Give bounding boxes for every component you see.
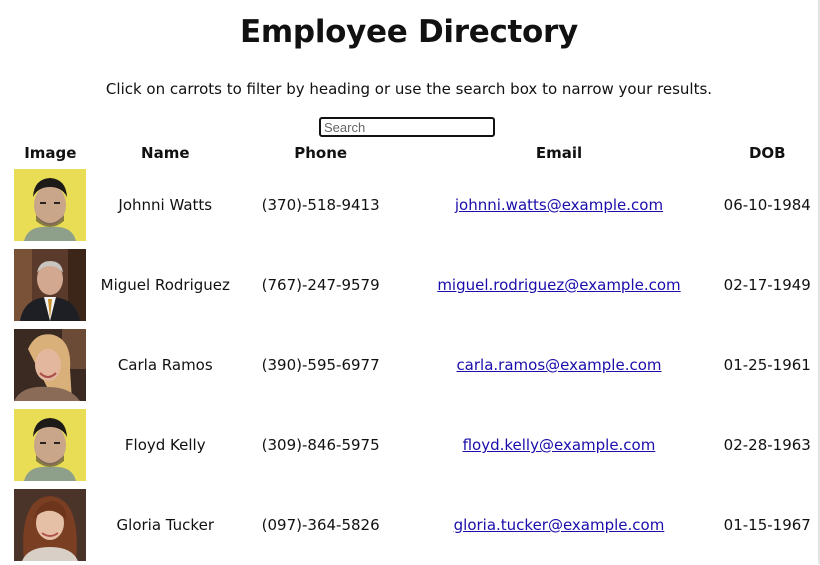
employee-photo — [14, 329, 87, 401]
column-header-dob[interactable]: DOB — [720, 141, 815, 165]
employee-photo — [14, 249, 87, 321]
employee-photo — [14, 489, 87, 561]
employee-photo — [14, 169, 87, 241]
photo-cell — [13, 165, 88, 245]
table-row: Carla Ramos (390)-595-6977 carla.ramos@e… — [13, 325, 815, 405]
employee-email-cell: johnni.watts@example.com — [403, 165, 714, 245]
employee-dob: 01-15-1967 — [723, 516, 811, 534]
employee-table: Image Name Phone Email DOB Johnni Watts … — [8, 141, 820, 565]
employee-name: Miguel Rodriguez — [100, 276, 230, 294]
instructions-text: Click on carrots to filter by heading or… — [105, 80, 713, 98]
employee-email-link[interactable]: carla.ramos@example.com — [456, 356, 661, 374]
table-header-row: Image Name Phone Email DOB — [13, 141, 815, 165]
photo-cell — [13, 245, 88, 325]
employee-phone: (390)-595-6977 — [261, 356, 380, 374]
search-input[interactable] — [319, 117, 495, 137]
table-row: Johnni Watts (370)-518-9413 johnni.watts… — [13, 165, 815, 245]
table-row: Miguel Rodriguez (767)-247-9579 miguel.r… — [13, 245, 815, 325]
employee-email-cell: carla.ramos@example.com — [403, 325, 714, 405]
column-header-phone[interactable]: Phone — [243, 141, 399, 165]
employee-email-link[interactable]: gloria.tucker@example.com — [454, 516, 665, 534]
photo-cell — [13, 325, 88, 405]
employee-email-link[interactable]: floyd.kelly@example.com — [463, 436, 656, 454]
photo-cell — [13, 485, 88, 565]
employee-email-cell: floyd.kelly@example.com — [403, 405, 714, 485]
column-header-image[interactable]: Image — [13, 141, 88, 165]
column-header-email[interactable]: Email — [403, 141, 714, 165]
employee-name: Gloria Tucker — [116, 516, 214, 534]
employee-name: Johnni Watts — [118, 196, 213, 214]
employee-email-link[interactable]: johnni.watts@example.com — [455, 196, 663, 214]
employee-dob: 01-25-1961 — [723, 356, 811, 374]
employee-name: Carla Ramos — [117, 356, 213, 374]
page-title: Employee Directory — [240, 14, 578, 50]
employee-photo — [14, 409, 87, 481]
employee-phone: (097)-364-5826 — [261, 516, 380, 534]
employee-dob: 02-17-1949 — [723, 276, 811, 294]
employee-name: Floyd Kelly — [124, 436, 206, 454]
column-header-name[interactable]: Name — [93, 141, 238, 165]
table-row: Floyd Kelly (309)-846-5975 floyd.kelly@e… — [13, 405, 815, 485]
employee-dob: 06-10-1984 — [723, 196, 811, 214]
employee-phone: (370)-518-9413 — [261, 196, 380, 214]
employee-phone: (767)-247-9579 — [261, 276, 380, 294]
employee-dob: 02-28-1963 — [723, 436, 811, 454]
employee-phone: (309)-846-5975 — [261, 436, 380, 454]
table-row: Gloria Tucker (097)-364-5826 gloria.tuck… — [13, 485, 815, 565]
employee-email-cell: gloria.tucker@example.com — [403, 485, 714, 565]
employee-email-link[interactable]: miguel.rodriguez@example.com — [437, 276, 680, 294]
employee-email-cell: miguel.rodriguez@example.com — [403, 245, 714, 325]
photo-cell — [13, 405, 88, 485]
